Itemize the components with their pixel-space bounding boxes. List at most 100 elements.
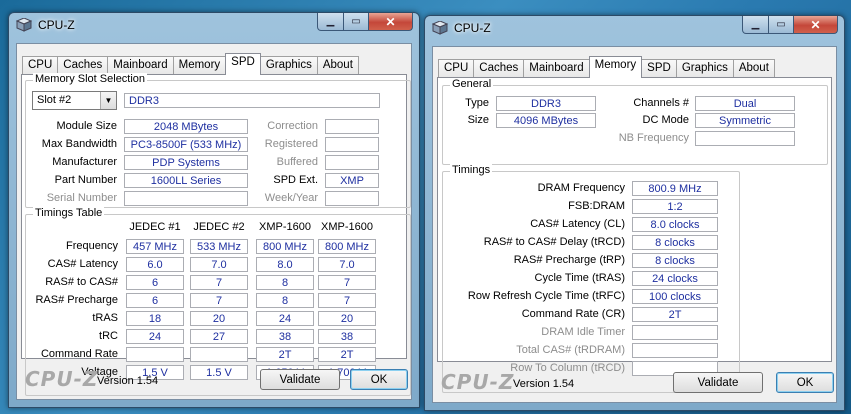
- slot-select-value: Slot #2: [37, 94, 72, 106]
- tab-caches[interactable]: Caches: [473, 59, 525, 78]
- part-number-label: Part Number: [54, 174, 117, 186]
- timing-value: 24 clocks: [632, 271, 718, 286]
- tab-mainboard[interactable]: Mainboard: [523, 59, 590, 78]
- tab-spd[interactable]: SPD: [225, 53, 261, 75]
- tab-about[interactable]: About: [316, 56, 359, 75]
- timing-cell: 18: [126, 311, 184, 326]
- tab-strip: CPU Caches Mainboard Memory SPD Graphics…: [438, 56, 775, 78]
- registered-value: [325, 137, 379, 152]
- window-title: CPU-Z: [454, 21, 491, 35]
- timing-value: [632, 343, 718, 358]
- tab-graphics[interactable]: Graphics: [259, 56, 318, 75]
- module-size-label: Module Size: [56, 120, 117, 132]
- cpu-z-logo: CPU-Z: [441, 370, 515, 394]
- version-label: Version 1.54: [513, 378, 575, 390]
- registered-label: Registered: [264, 138, 318, 150]
- channels-value: Dual: [695, 96, 795, 111]
- serial-number-label: Serial Number: [46, 192, 117, 204]
- validate-button[interactable]: Validate: [673, 372, 763, 393]
- dc-mode-label: DC Mode: [642, 114, 689, 126]
- timing-cell: 800 MHz: [318, 239, 376, 254]
- size-value: 4096 MBytes: [496, 113, 596, 128]
- nb-frequency-label: NB Frequency: [618, 132, 689, 144]
- week-year-value: [325, 191, 379, 206]
- spd-ext-label: SPD Ext.: [273, 174, 318, 186]
- row-label: RAS# Precharge: [35, 294, 118, 306]
- timing-cell: 533 MHz: [190, 239, 248, 254]
- row-label: Frequency: [66, 240, 118, 252]
- title-bar[interactable]: CPU-Z ▁ ▭ ✕: [9, 13, 419, 37]
- slot-select[interactable]: Slot #2 ▼: [32, 91, 117, 110]
- timing-value: 800.9 MHz: [632, 181, 718, 196]
- timing-label: Total CAS# (tRDRAM): [516, 344, 625, 356]
- timing-cell: 6: [126, 293, 184, 308]
- buffered-label: Buffered: [276, 156, 318, 168]
- footer: CPU-Z Version 1.54 Validate OK: [17, 361, 411, 399]
- tab-memory[interactable]: Memory: [172, 56, 227, 75]
- minimize-icon[interactable]: ▁: [317, 13, 344, 31]
- buffered-value: [325, 155, 379, 170]
- minimize-icon[interactable]: ▁: [742, 16, 769, 34]
- timing-value: 1:2: [632, 199, 718, 214]
- spd-ext-value: XMP: [325, 173, 379, 188]
- close-icon[interactable]: ✕: [369, 13, 413, 31]
- week-year-label: Week/Year: [264, 192, 318, 204]
- timing-cell: [190, 347, 248, 362]
- timings-group: Timings DRAM Frequency 800.9 MHz FSB:DRAM 1…: [442, 164, 740, 393]
- tab-spd[interactable]: SPD: [641, 59, 677, 78]
- group-title: Timings Table: [33, 207, 105, 219]
- row-label: tRC: [99, 330, 118, 342]
- tab-memory[interactable]: Memory: [588, 56, 643, 78]
- timing-label: Cycle Time (tRAS): [534, 272, 625, 284]
- timing-cell: 6.0: [126, 257, 184, 272]
- row-label: tRAS: [92, 312, 118, 324]
- timing-label: Row Refresh Cycle Time (tRFC): [467, 290, 625, 302]
- footer: CPU-Z Version 1.54 Validate OK: [433, 364, 836, 402]
- timing-cell: 2T: [318, 347, 376, 362]
- chevron-down-icon[interactable]: ▼: [100, 92, 116, 109]
- cpu-z-logo: CPU-Z: [25, 367, 99, 391]
- spd-panel: Memory Slot Selection Slot #2 ▼ DDR3 Mod…: [21, 73, 411, 396]
- column-header: JEDEC #1: [129, 221, 181, 233]
- group-title: General: [450, 78, 494, 90]
- part-number-value: 1600LL Series: [124, 173, 248, 188]
- tab-cpu[interactable]: CPU: [438, 59, 475, 78]
- timing-value: 8 clocks: [632, 253, 718, 268]
- timing-cell: 38: [256, 329, 314, 344]
- timing-cell: 7: [318, 293, 376, 308]
- tab-about[interactable]: About: [732, 59, 775, 78]
- timing-cell: [126, 347, 184, 362]
- timing-label: DRAM Frequency: [537, 182, 625, 194]
- timing-cell: 2T: [256, 347, 314, 362]
- column-header: JEDEC #2: [193, 221, 245, 233]
- validate-button[interactable]: Validate: [260, 369, 340, 390]
- timing-value: 100 clocks: [632, 289, 718, 304]
- timing-label: RAS# to CAS# Delay (tRCD): [483, 236, 625, 248]
- module-size-value: 2048 MBytes: [124, 119, 248, 134]
- timing-cell: 800 MHz: [256, 239, 314, 254]
- ok-button[interactable]: OK: [776, 372, 834, 393]
- timing-cell: 24: [126, 329, 184, 344]
- timing-label: FSB:DRAM: [568, 200, 625, 212]
- timing-cell: 38: [318, 329, 376, 344]
- timing-label: CAS# Latency (CL): [530, 218, 625, 230]
- timing-cell: 7: [190, 293, 248, 308]
- nb-frequency-value: [695, 131, 795, 146]
- tab-graphics[interactable]: Graphics: [675, 59, 734, 78]
- window-client: CPU Caches Mainboard Memory SPD Graphics…: [16, 43, 412, 400]
- memory-type-value: DDR3: [124, 93, 380, 108]
- maximize-icon[interactable]: ▭: [769, 16, 794, 34]
- group-title: Memory Slot Selection: [33, 73, 148, 85]
- close-icon[interactable]: ✕: [794, 16, 838, 34]
- maximize-icon[interactable]: ▭: [344, 13, 369, 31]
- type-label: Type: [465, 97, 489, 109]
- title-bar[interactable]: CPU-Z ▁ ▭ ✕: [425, 16, 844, 40]
- timing-cell: 20: [318, 311, 376, 326]
- ok-button[interactable]: OK: [350, 369, 408, 390]
- type-value: DDR3: [496, 96, 596, 111]
- timing-cell: 457 MHz: [126, 239, 184, 254]
- timing-cell: 7: [318, 275, 376, 290]
- timing-cell: 6: [126, 275, 184, 290]
- max-bandwidth-label: Max Bandwidth: [41, 138, 117, 150]
- version-label: Version 1.54: [97, 375, 159, 387]
